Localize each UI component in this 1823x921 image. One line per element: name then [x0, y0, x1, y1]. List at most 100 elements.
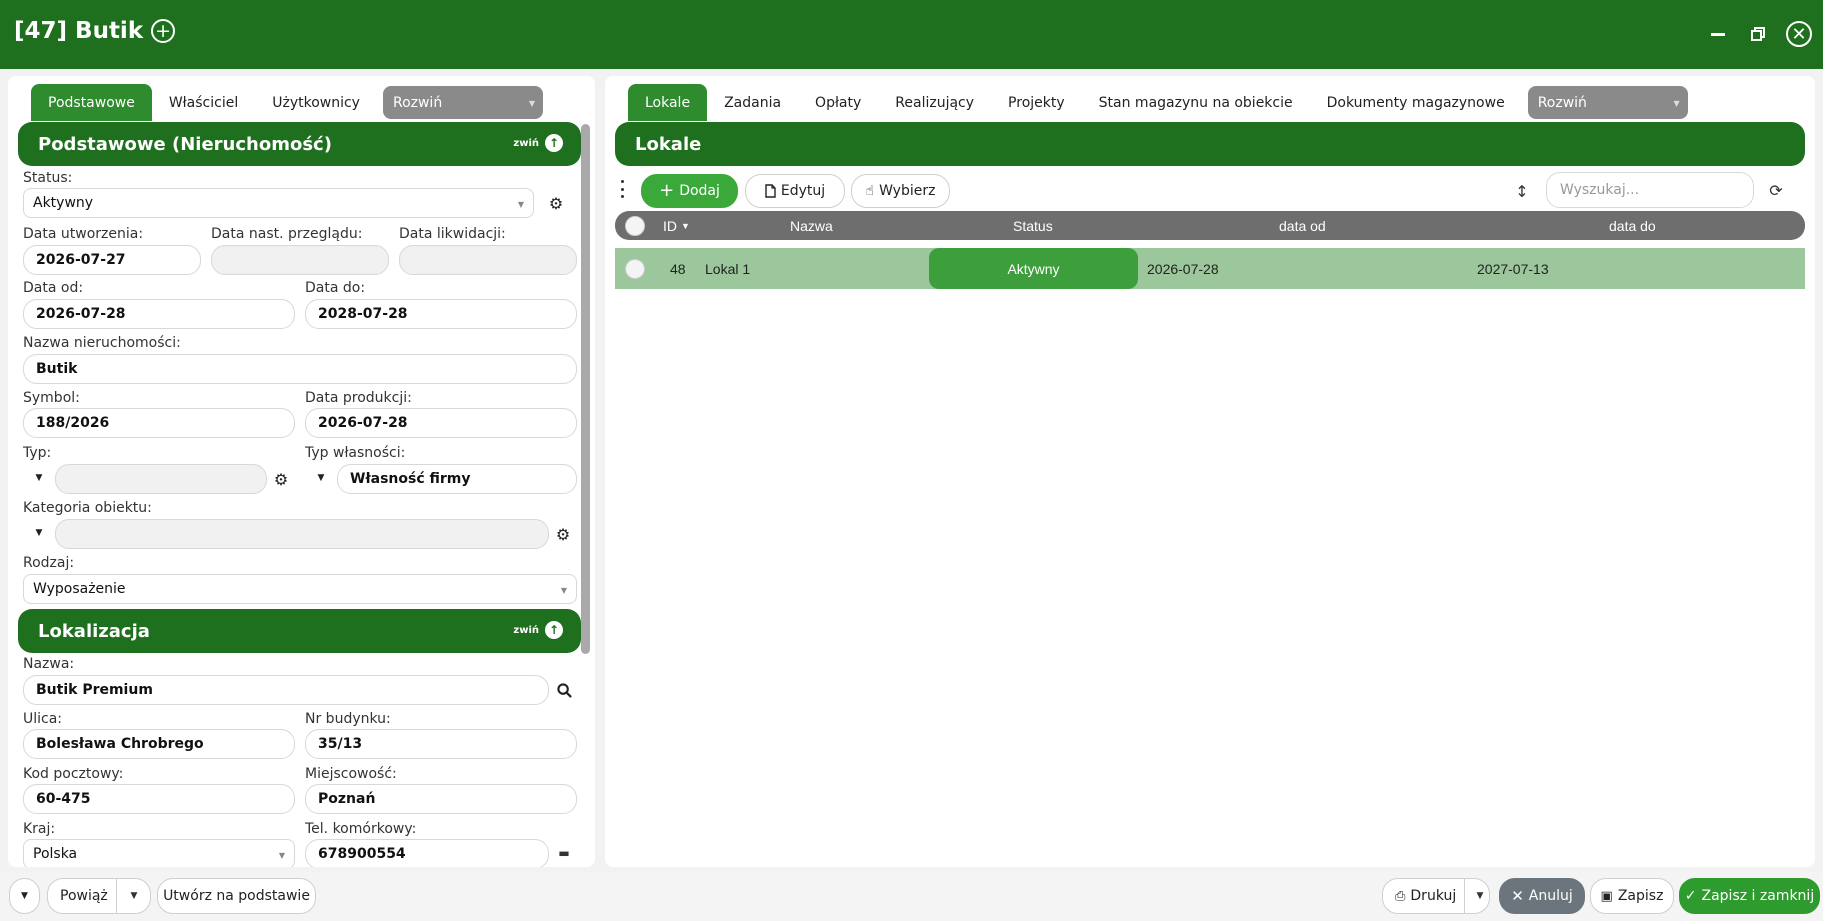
restore-button[interactable] [1744, 20, 1772, 48]
message-icon[interactable]: ▬ [553, 842, 575, 864]
tab-lokale[interactable]: Lokale [628, 84, 708, 121]
kraj-label: Kraj: [23, 821, 56, 837]
select-all-checkbox[interactable] [625, 211, 645, 240]
typ-dropdown-caret-icon[interactable]: ▼ [30, 469, 48, 487]
window-title-group: [47] Butik + [14, 18, 176, 44]
col-date-to[interactable]: data do [1609, 211, 1656, 240]
checkbox-circle[interactable] [625, 258, 645, 279]
data-produkcji-field[interactable]: 2026-07-28 [305, 408, 577, 438]
link-caret-icon[interactable]: ▼ [123, 885, 145, 907]
row-checkbox[interactable] [625, 248, 645, 289]
checkbox-circle[interactable] [625, 215, 645, 236]
col-status[interactable]: Status [1013, 211, 1053, 240]
create-from-button[interactable]: Utwórz na podstawie [157, 878, 316, 914]
tab-projekty[interactable]: Projekty [991, 84, 1082, 121]
save-button[interactable]: ▣ Zapisz [1590, 878, 1674, 914]
pick-button[interactable]: ☝ Wybierz [851, 174, 950, 208]
kraj-select[interactable]: Polska ▼ [23, 839, 295, 867]
data-od-field[interactable]: 2026-07-28 [23, 299, 295, 329]
gear-icon[interactable]: ⚙ [554, 525, 572, 544]
tel-field[interactable]: 678900554 [305, 839, 549, 867]
cancel-button[interactable]: ✕ Anuluj [1499, 878, 1585, 914]
data-likwidacji-label: Data likwidacji: [399, 226, 506, 242]
kategoria-caret-icon[interactable]: ▼ [30, 524, 48, 542]
tab-stan-magazynu[interactable]: Stan magazynu na obiekcie [1082, 84, 1310, 121]
edit-button[interactable]: Edytuj [745, 174, 845, 208]
tab-uzytkownicy[interactable]: Użytkownicy [255, 84, 377, 121]
kraj-value: Polska [33, 846, 78, 862]
typ-field[interactable] [55, 464, 267, 494]
symbol-label: Symbol: [23, 390, 80, 406]
chevron-down-icon: ▼ [528, 99, 535, 108]
chevron-down-icon: ▼ [681, 220, 690, 231]
typ-wlasnosci-field[interactable]: Własność firmy [337, 464, 577, 494]
tab-dokumenty-magazynowe[interactable]: Dokumenty magazynowe [1310, 84, 1522, 121]
expand-tabs-select[interactable]: Rozwiń ▼ [1527, 86, 1688, 119]
tab-realizujacy[interactable]: Realizujący [878, 84, 991, 121]
miejscowosc-field[interactable]: Poznań [305, 784, 577, 814]
data-przegladu-field[interactable] [211, 245, 389, 275]
more-options-icon[interactable] [617, 180, 627, 198]
rodzaj-select[interactable]: Wyposażenie ▼ [23, 574, 577, 604]
add-button[interactable]: + Dodaj [641, 174, 738, 208]
kategoria-field[interactable] [55, 519, 549, 549]
left-scrollbar[interactable] [580, 122, 590, 860]
save-close-button[interactable]: ✓ Zapisz i zamknij [1679, 878, 1820, 914]
status-select[interactable]: Aktywny ▼ [23, 188, 534, 218]
scrollbar-thumb[interactable] [581, 124, 590, 654]
ulica-field[interactable]: Bolesława Chrobrego [23, 729, 295, 759]
data-likwidacji-field[interactable] [399, 245, 577, 275]
typ-wlasnosci-label: Typ własności: [305, 445, 406, 461]
tab-podstawowe[interactable]: Podstawowe [31, 84, 152, 121]
collapse-button[interactable]: zwiń ↑ [513, 621, 563, 639]
data-do-field[interactable]: 2028-07-28 [305, 299, 577, 329]
nr-budynku-field[interactable]: 35/13 [305, 729, 577, 759]
caret-down-icon: ▼ [21, 891, 28, 901]
print-caret-icon[interactable]: ▼ [1469, 885, 1491, 907]
gear-icon[interactable]: ⚙ [272, 470, 290, 489]
refresh-icon[interactable]: ⟳ [1765, 179, 1787, 201]
chevron-down-icon: ▼ [1673, 99, 1680, 108]
close-button[interactable]: ✕ [1785, 20, 1813, 48]
add-circle-icon[interactable]: + [151, 19, 176, 43]
nazwa-nieruchomosci-field[interactable]: Butik [23, 354, 577, 384]
col-name[interactable]: Nazwa [790, 211, 833, 240]
tab-oplaty[interactable]: Opłaty [798, 84, 878, 121]
tab-wlasciciel[interactable]: Właściciel [152, 84, 255, 121]
collapse-button[interactable]: zwiń ↑ [513, 134, 563, 152]
symbol-field[interactable]: 188/2026 [23, 408, 295, 438]
data-od-label: Data od: [23, 280, 84, 296]
search-input[interactable]: Wyszukaj... [1546, 172, 1754, 208]
rodzaj-label: Rodzaj: [23, 555, 75, 571]
minimize-button[interactable] [1704, 20, 1732, 48]
lok-nazwa-field[interactable]: Butik Premium [23, 675, 549, 705]
data-utworzenia-field[interactable]: 2026-07-27 [23, 245, 201, 275]
hand-pointer-icon: ☝ [865, 183, 875, 199]
cancel-label: Anuluj [1528, 888, 1573, 904]
left-panel: Podstawowe Właściciel Użytkownicy Rozwiń… [8, 76, 595, 867]
col-date-from[interactable]: data od [1279, 211, 1326, 240]
col-id-label: ID [663, 217, 677, 234]
kod-pocztowy-field[interactable]: 60-475 [23, 784, 295, 814]
close-icon: ✕ [1786, 21, 1812, 47]
search-icon[interactable] [553, 679, 575, 701]
menu-caret-button[interactable]: ▼ [9, 878, 40, 914]
collapse-label: zwiń [513, 624, 539, 636]
typ-wlasnosci-caret-icon[interactable]: ▼ [312, 469, 330, 487]
table-row[interactable]: 48 Lokal 1 Aktywny 2026-07-28 2027-07-13 [615, 248, 1805, 289]
save-label: Zapisz [1617, 888, 1664, 904]
window-titlebar: [47] Butik + ✕ [0, 0, 1823, 69]
data-do-label: Data do: [305, 280, 366, 296]
create-from-label: Utwórz na podstawie [163, 888, 310, 904]
pick-label: Wybierz [879, 183, 936, 199]
divider [1464, 878, 1465, 914]
col-id[interactable]: ID ▼ [663, 211, 690, 240]
sort-arrows-icon[interactable]: ↕ [1511, 180, 1533, 202]
gear-icon[interactable]: ⚙ [547, 194, 565, 213]
lok-nazwa-label: Nazwa: [23, 656, 75, 672]
printer-icon: ⎙ [1395, 888, 1406, 904]
tab-zadania[interactable]: Zadania [707, 84, 798, 121]
expand-tabs-select[interactable]: Rozwiń ▼ [382, 86, 543, 119]
check-icon: ✓ [1684, 888, 1697, 904]
data-przegladu-label: Data nast. przeglądu: [211, 226, 363, 242]
